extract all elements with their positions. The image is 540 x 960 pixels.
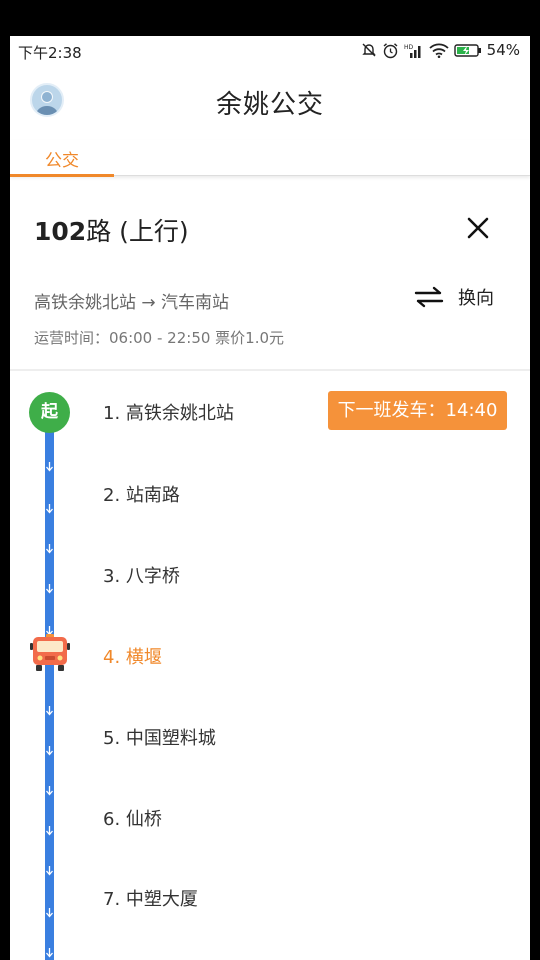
battery-percent: 54% — [486, 41, 520, 59]
down-arrow-icon — [46, 584, 53, 594]
app-title: 余姚公交 — [215, 90, 324, 120]
svg-text:HD: HD — [404, 44, 414, 51]
start-marker: 起 — [29, 392, 70, 433]
tab-bus[interactable]: 公交 — [10, 140, 114, 177]
route-track — [45, 416, 54, 960]
stop-item[interactable]: 1. 高铁余姚北站 — [103, 399, 234, 425]
close-icon — [467, 217, 489, 239]
battery-icon — [453, 43, 481, 57]
route-title: 102路 (上行) — [34, 212, 189, 248]
route-name-suffix: 路 (上行) — [86, 217, 189, 246]
swap-arrows-icon — [414, 286, 444, 308]
down-arrow-icon — [46, 908, 53, 918]
tab-bus-label: 公交 — [45, 151, 79, 171]
close-button[interactable] — [462, 212, 494, 244]
down-arrow-icon — [46, 948, 53, 958]
app-header: 余姚公交 — [10, 66, 530, 134]
down-arrow-icon — [46, 746, 53, 756]
tab-bar: 公交 — [10, 140, 530, 177]
down-arrow-icon — [46, 866, 53, 876]
mute-bell-icon — [361, 43, 376, 57]
wifi-icon — [429, 43, 449, 58]
status-bar: 下午2:38 HD 54% — [10, 36, 530, 66]
status-time: 下午2:38 — [18, 44, 82, 62]
down-arrow-icon — [46, 826, 53, 836]
down-arrow-icon — [46, 786, 53, 796]
status-icons: HD 54% — [361, 41, 520, 59]
route-schedule-fare: 运营时间：06:00 - 22:50 票价1.0元 — [34, 329, 285, 347]
down-arrow-icon — [46, 706, 53, 716]
bus-icon — [30, 634, 70, 671]
section-divider — [10, 369, 530, 371]
signal-icon: HD — [404, 44, 421, 58]
route-number: 102 — [34, 217, 87, 246]
alarm-icon — [383, 42, 398, 58]
down-arrow-icon — [46, 462, 53, 472]
down-arrow-icon — [46, 544, 53, 554]
stop-item[interactable]: 2. 站南路 — [103, 481, 180, 507]
stop-item[interactable]: 3. 八字桥 — [103, 562, 180, 588]
app-screen: 下午2:38 HD 54% 余姚公交 公交 102路 (上行) 高铁余姚北站 →… — [10, 36, 530, 960]
stop-item-current[interactable]: 4. 横堰 — [103, 643, 162, 669]
stop-item[interactable]: 5. 中国塑料城 — [103, 724, 216, 750]
down-arrow-icon — [46, 504, 53, 514]
switch-direction-label: 换向 — [458, 288, 494, 309]
tab-active-underline — [10, 174, 114, 177]
stop-item[interactable]: 7. 中塑大厦 — [103, 885, 198, 911]
switch-direction-button[interactable]: 换向 — [414, 284, 494, 310]
next-departure-badge: 下一班发车：14:40 — [328, 391, 507, 430]
route-direction: 高铁余姚北站 → 汽车南站 — [34, 293, 230, 313]
stop-item[interactable]: 6. 仙桥 — [103, 805, 162, 831]
